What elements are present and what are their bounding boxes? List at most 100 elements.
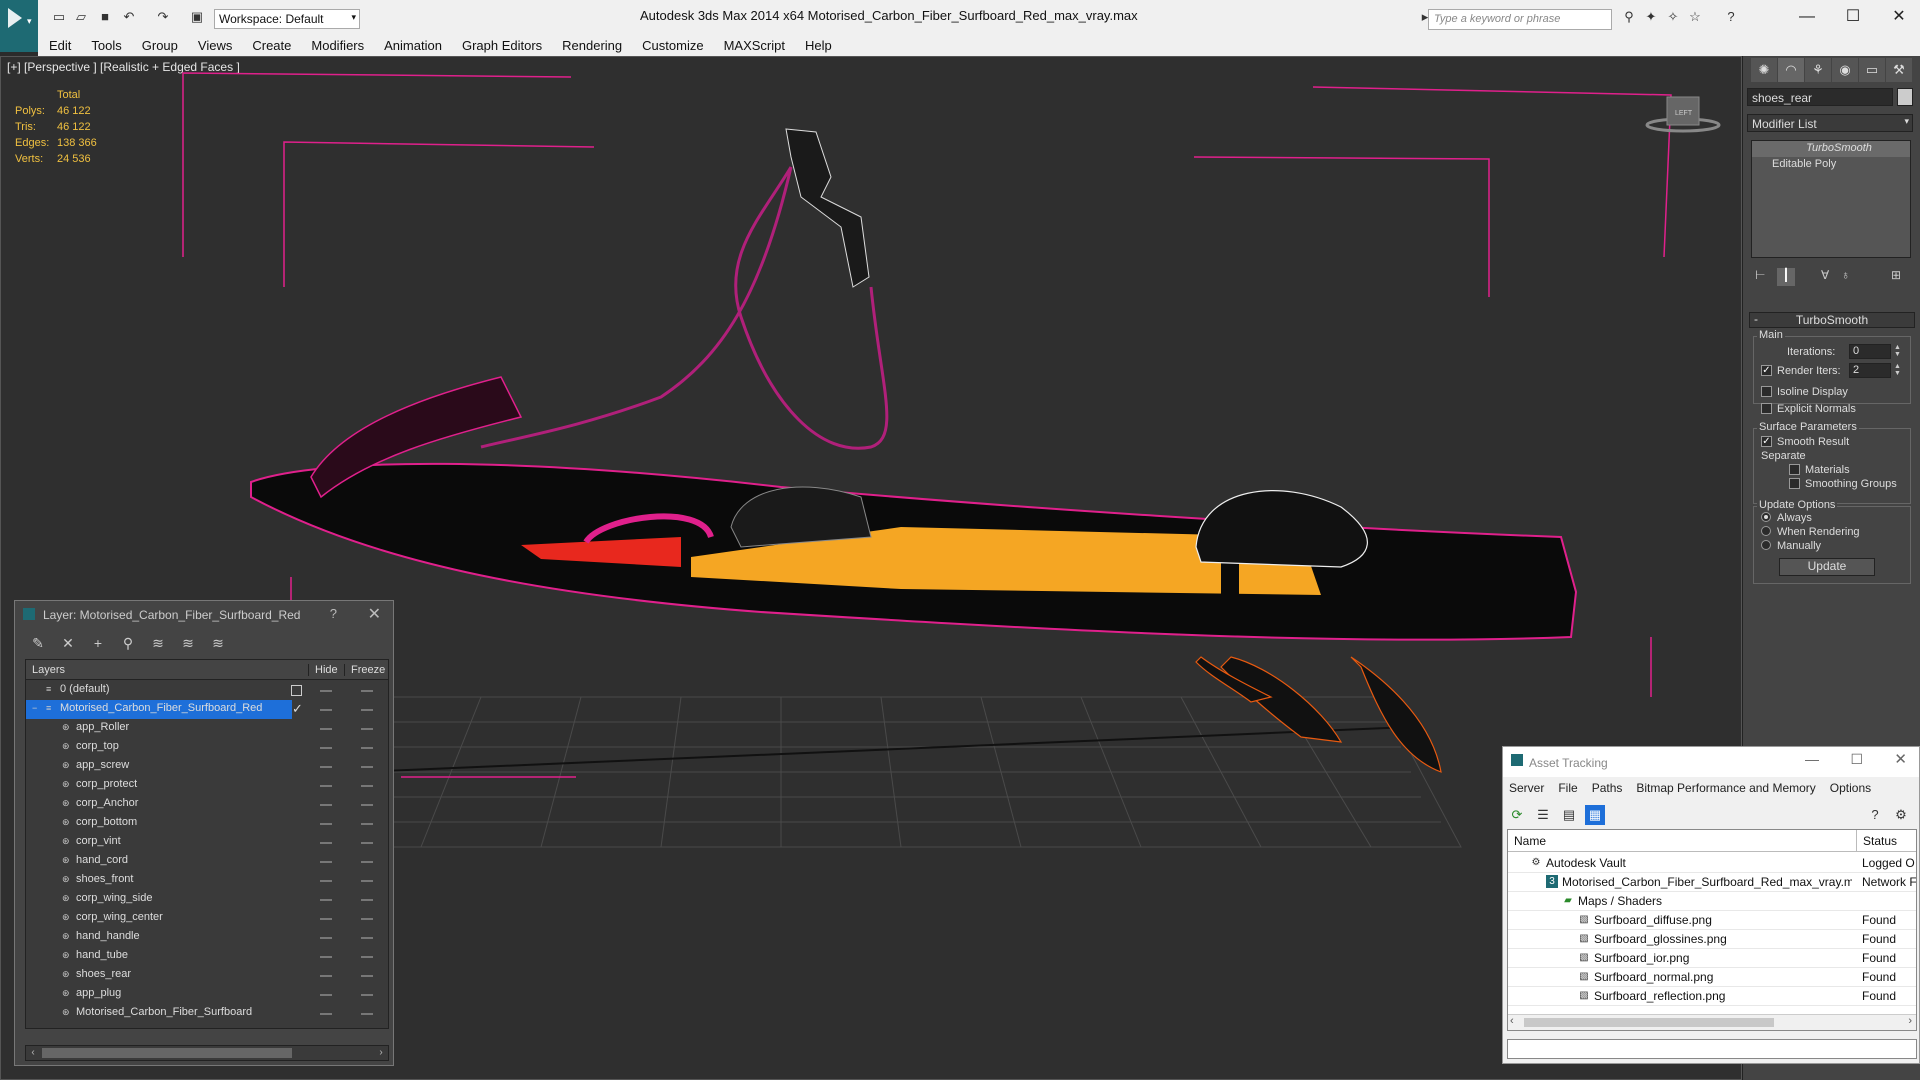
hide-toggle[interactable] bbox=[320, 994, 332, 996]
spinner-arrows-icon[interactable]: ▲ ▼ bbox=[1893, 344, 1902, 359]
layers-column-header[interactable]: Layers bbox=[32, 664, 65, 676]
modifier-stack[interactable]: TurboSmooth Editable Poly bbox=[1751, 140, 1911, 258]
asset-table[interactable]: Name Status ⚙ Autodesk Vault Logged O 3 Mot… bbox=[1507, 829, 1917, 1031]
layer-object-row[interactable]: ⊛ app_Roller bbox=[26, 719, 388, 738]
save-file-icon[interactable]: ■ bbox=[96, 9, 114, 25]
hide-toggle[interactable] bbox=[320, 747, 332, 749]
menu-server[interactable]: Server bbox=[1509, 781, 1544, 795]
status-column-header[interactable]: Status bbox=[1856, 830, 1897, 851]
freeze-all-icon[interactable]: ≋ bbox=[209, 634, 227, 652]
layer-table[interactable]: Layers Hide Freeze ≡ 0 (default) − ≡ Motori… bbox=[25, 659, 389, 1029]
layer-object-row[interactable]: ⊛ corp_bottom bbox=[26, 814, 388, 833]
menu-paths[interactable]: Paths bbox=[1592, 781, 1623, 795]
layer-horizontal-scrollbar[interactable]: ‹ › bbox=[25, 1045, 389, 1061]
scroll-thumb[interactable] bbox=[42, 1048, 292, 1058]
hide-toggle[interactable] bbox=[320, 956, 332, 958]
asset-row[interactable]: ▧ Surfboard_normal.png Found bbox=[1508, 968, 1916, 987]
smooth-result-checkbox[interactable]: ✓ bbox=[1761, 436, 1772, 447]
name-column-header[interactable]: Name bbox=[1514, 834, 1546, 848]
layer-object-row[interactable]: ⊛ corp_Anchor bbox=[26, 795, 388, 814]
menu-views[interactable]: Views bbox=[187, 36, 241, 53]
current-layer-check-icon[interactable]: ✓ bbox=[292, 701, 303, 717]
hide-toggle[interactable] bbox=[320, 861, 332, 863]
minimize-icon[interactable]: — bbox=[1805, 751, 1819, 767]
close-icon[interactable]: ✕ bbox=[1894, 750, 1907, 768]
modifier-list-dropdown[interactable]: Modifier List ▾ bbox=[1747, 114, 1913, 132]
hide-toggle[interactable] bbox=[320, 1013, 332, 1015]
hide-column-header[interactable]: Hide bbox=[308, 664, 338, 676]
asset-row[interactable]: 3 Motorised_Carbon_Fiber_Surfboard_Red_ma… bbox=[1508, 873, 1916, 892]
freeze-toggle[interactable] bbox=[361, 728, 373, 730]
freeze-toggle[interactable] bbox=[361, 880, 373, 882]
close-icon[interactable]: ✕ bbox=[1876, 4, 1920, 30]
search-input[interactable]: Type a keyword or phrase bbox=[1428, 9, 1612, 30]
star-icon[interactable]: ☆ bbox=[1686, 9, 1704, 25]
scroll-left-icon[interactable]: ‹ bbox=[26, 1046, 40, 1060]
explicit-normals-checkbox[interactable] bbox=[1761, 403, 1772, 414]
layer-object-row[interactable]: ⊛ corp_protect bbox=[26, 776, 388, 795]
maximize-icon[interactable]: ☐ bbox=[1850, 751, 1863, 768]
spinner-arrows-icon[interactable]: ▲ ▼ bbox=[1893, 363, 1902, 378]
turbosmooth-rollout-header[interactable]: - TurboSmooth bbox=[1749, 312, 1915, 328]
hold-icon[interactable]: ▣ bbox=[188, 9, 206, 25]
hide-toggle[interactable] bbox=[320, 785, 332, 787]
configure-sets-icon[interactable]: ⊞ bbox=[1891, 268, 1901, 282]
scroll-right-icon[interactable]: › bbox=[1908, 1015, 1912, 1027]
hide-toggle[interactable] bbox=[320, 728, 332, 730]
asset-horizontal-scrollbar[interactable]: ‹ › bbox=[1508, 1014, 1916, 1030]
freeze-toggle[interactable] bbox=[361, 1013, 373, 1015]
layer-object-row[interactable]: ⊛ hand_tube bbox=[26, 947, 388, 966]
layer-object-row[interactable]: ⊛ shoes_rear bbox=[26, 966, 388, 985]
freeze-toggle[interactable] bbox=[361, 747, 373, 749]
freeze-toggle[interactable] bbox=[361, 709, 373, 711]
menu-options[interactable]: Options bbox=[1830, 781, 1871, 795]
always-radio[interactable] bbox=[1761, 512, 1771, 522]
maximize-icon[interactable]: ☐ bbox=[1830, 4, 1876, 30]
layer-object-row[interactable]: ⊛ corp_wing_side bbox=[26, 890, 388, 909]
menu-tools[interactable]: Tools bbox=[80, 36, 130, 53]
display-tab-icon[interactable]: ▭ bbox=[1859, 58, 1885, 82]
menu-file[interactable]: File bbox=[1558, 781, 1577, 795]
scroll-thumb[interactable] bbox=[1524, 1018, 1774, 1027]
render-iters-checkbox[interactable]: ✓ bbox=[1761, 365, 1772, 376]
isoline-display-checkbox[interactable] bbox=[1761, 386, 1772, 397]
tools-icon[interactable]: ✧ bbox=[1664, 9, 1682, 25]
freeze-toggle[interactable] bbox=[361, 690, 373, 692]
collapse-icon[interactable]: − bbox=[32, 703, 42, 713]
pin-stack-icon[interactable]: ⊢ bbox=[1755, 268, 1765, 282]
new-layer-icon[interactable]: ✎ bbox=[29, 634, 47, 652]
new-file-icon[interactable]: ▭ bbox=[50, 9, 68, 25]
freeze-toggle[interactable] bbox=[361, 861, 373, 863]
freeze-toggle[interactable] bbox=[361, 994, 373, 996]
freeze-toggle[interactable] bbox=[361, 937, 373, 939]
show-end-result-icon[interactable]: ┃ bbox=[1777, 268, 1795, 286]
hide-toggle[interactable] bbox=[320, 918, 332, 920]
redo-icon[interactable]: ↷ bbox=[154, 9, 172, 25]
layer-object-row[interactable]: ⊛ corp_vint bbox=[26, 833, 388, 852]
settings-icon[interactable]: ⚙ bbox=[1891, 805, 1911, 825]
freeze-toggle[interactable] bbox=[361, 804, 373, 806]
freeze-toggle[interactable] bbox=[361, 918, 373, 920]
hide-all-icon[interactable]: ≋ bbox=[179, 634, 197, 652]
table-view-icon[interactable]: ▦ bbox=[1585, 805, 1605, 825]
highlight-layer-icon[interactable]: ≋ bbox=[149, 634, 167, 652]
freeze-toggle[interactable] bbox=[361, 823, 373, 825]
viewcube[interactable]: LEFT bbox=[1645, 96, 1721, 133]
create-tab-icon[interactable]: ✺ bbox=[1751, 58, 1777, 82]
refresh-icon[interactable]: ⟳ bbox=[1507, 805, 1527, 825]
render-iters-spinner[interactable]: 2 bbox=[1849, 363, 1891, 378]
update-button[interactable]: Update bbox=[1779, 558, 1875, 576]
freeze-column-header[interactable]: Freeze bbox=[344, 664, 385, 676]
smoothing-groups-checkbox[interactable] bbox=[1789, 478, 1800, 489]
help-icon[interactable]: ? bbox=[1722, 9, 1740, 25]
detail-view-icon[interactable]: ▤ bbox=[1559, 805, 1579, 825]
manually-radio[interactable] bbox=[1761, 540, 1771, 550]
close-icon[interactable]: ✕ bbox=[368, 604, 381, 624]
hide-toggle[interactable] bbox=[320, 804, 332, 806]
hide-toggle[interactable] bbox=[320, 899, 332, 901]
menu-bitmap-performance[interactable]: Bitmap Performance and Memory bbox=[1636, 781, 1815, 795]
object-color-swatch[interactable] bbox=[1897, 88, 1913, 106]
hide-toggle[interactable] bbox=[320, 709, 332, 711]
layer-row-selected[interactable]: − ≡ Motorised_Carbon_Fiber_Surfboard_Red ✓ bbox=[26, 700, 388, 719]
stack-item-editable-poly[interactable]: Editable Poly bbox=[1752, 157, 1910, 173]
